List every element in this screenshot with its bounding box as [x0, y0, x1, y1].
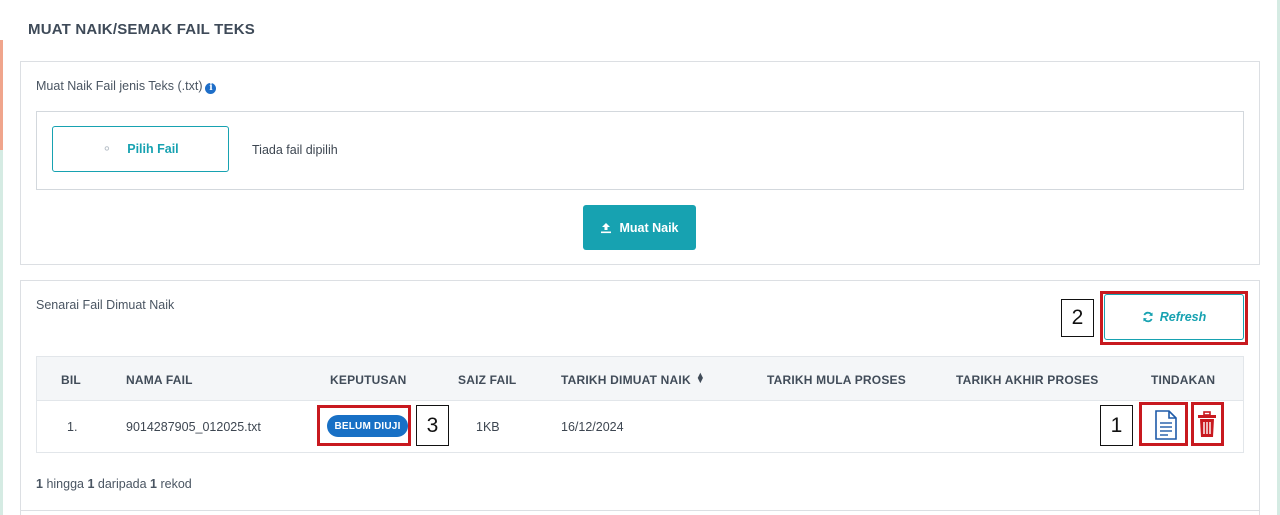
cell-bil: 1. [67, 420, 78, 434]
left-accent-strip [0, 40, 3, 150]
upload-label-row: Muat Naik Fail jenis Teks (.txt) i [36, 79, 217, 94]
paperclip-icon: ⚬ [98, 139, 117, 158]
col-bil: BIL [61, 373, 81, 387]
choose-file-label: Pilih Fail [127, 142, 179, 156]
info-icon[interactable]: i [205, 83, 217, 94]
record-total: 1 [150, 477, 157, 491]
record-from: 1 [36, 477, 43, 491]
upload-card: Muat Naik Fail jenis Teks (.txt) i ⚬ Pili… [20, 61, 1260, 265]
annotation-label-2: 2 [1061, 299, 1094, 337]
cell-nama-fail: 9014287905_012025.txt [126, 420, 261, 434]
record-word-records: rekod [160, 477, 192, 491]
col-tarikh-mula-proses: TARIKH MULA PROSES [767, 373, 906, 387]
col-tarikh-dimuat-naik-label: TARIKH DIMUAT NAIK [561, 373, 691, 387]
col-tindakan: TINDAKAN [1151, 373, 1216, 387]
list-title: Senarai Fail Dimuat Naik [36, 298, 175, 312]
sort-icon: ▲ ▼ [695, 370, 705, 385]
annotation-box-refresh [1100, 291, 1248, 345]
upload-icon [601, 222, 612, 233]
col-tarikh-akhir-proses: TARIKH AKHIR PROSES [956, 373, 1099, 387]
choose-file-button[interactable]: ⚬ Pilih Fail [52, 126, 229, 172]
annotation-box-view [1139, 402, 1188, 446]
col-tarikh-dimuat-naik[interactable]: TARIKH DIMUAT NAIK ▲ ▼ [561, 370, 705, 388]
col-nama-fail: NAMA FAIL [126, 373, 193, 387]
list-card-bottom-border [20, 510, 1260, 511]
record-word-to: hingga [46, 477, 84, 491]
file-picker-box: ⚬ Pilih Fail Tiada fail dipilih [36, 111, 1244, 190]
page-title: MUAT NAIK/SEMAK FAIL TEKS [28, 21, 255, 38]
upload-button-label: Muat Naik [619, 220, 679, 235]
record-to: 1 [87, 477, 95, 491]
left-accent-strip-lower [0, 150, 3, 515]
col-saiz-fail: SAIZ FAIL [458, 373, 517, 387]
no-file-text: Tiada fail dipilih [252, 143, 338, 157]
cell-tarikh-dimuat-naik: 16/12/2024 [561, 420, 624, 434]
record-word-of: daripada [97, 477, 147, 491]
col-keputusan: KEPUTUSAN [330, 373, 407, 387]
upload-button[interactable]: Muat Naik [583, 205, 696, 250]
file-table: BIL NAMA FAIL KEPUTUSAN SAIZ FAIL TARIKH… [36, 356, 1244, 453]
annotation-box-delete [1191, 402, 1224, 446]
annotation-box-status [317, 405, 411, 446]
cell-saiz-fail: 1KB [476, 420, 500, 434]
upload-label: Muat Naik Fail jenis Teks (.txt) [36, 79, 203, 93]
annotation-label-1: 1 [1100, 405, 1133, 446]
record-info: 1 hingga 1 daripada 1 rekod [36, 477, 192, 491]
table-header: BIL NAMA FAIL KEPUTUSAN SAIZ FAIL TARIKH… [37, 357, 1243, 401]
annotation-label-3: 3 [416, 405, 449, 446]
